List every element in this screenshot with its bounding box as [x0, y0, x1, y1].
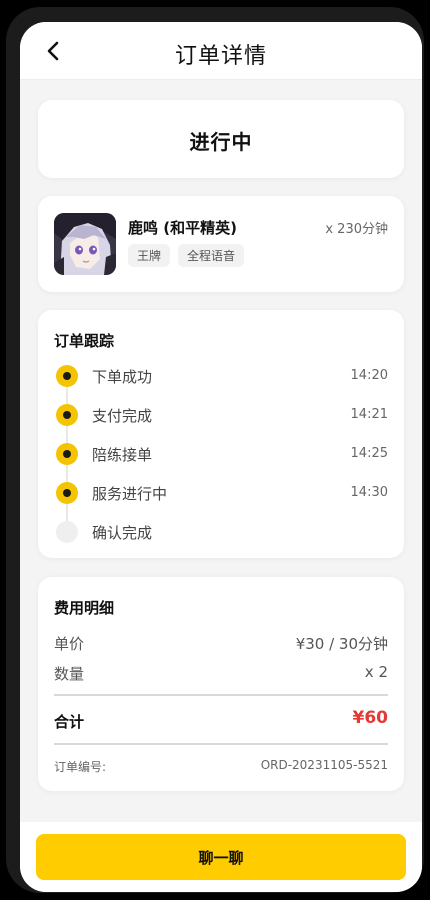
step-time: 14:30 — [350, 485, 388, 500]
step-pending-icon — [56, 521, 78, 543]
divider — [54, 694, 388, 696]
phone-frame: 订单详情 进行中 鹿鸣 (和平精英) x 230分钟 王牌 全程语音 订单跟踪 … — [6, 7, 424, 893]
order-status-text: 进行中 — [189, 130, 253, 154]
step-label: 陪练接单 — [92, 446, 153, 464]
top-header: 订单详情 — [20, 22, 422, 80]
order-number-value: ORD-20231105-5521 — [260, 758, 388, 772]
step-done-icon — [56, 482, 78, 504]
tag-list: 王牌 全程语音 — [128, 244, 245, 267]
order-number-label: 订单编号: — [54, 760, 107, 774]
divider — [54, 743, 388, 745]
order-status-card: 进行中 — [38, 100, 404, 178]
timeline-step: 确认完成 — [54, 518, 388, 557]
chat-button[interactable]: 聊一聊 — [36, 834, 406, 880]
quantity-value: x 2 — [364, 663, 388, 681]
app-screen: 订单详情 进行中 鹿鸣 (和平精英) x 230分钟 王牌 全程语音 订单跟踪 … — [20, 22, 422, 892]
step-time: 14:25 — [350, 446, 388, 461]
timeline-step: 服务进行中 14:30 — [54, 479, 388, 518]
timeline-step: 支付完成 14:21 — [54, 401, 388, 440]
order-tracking-card: 订单跟踪 下单成功 14:20 支付完成 14:21 陪练接单 14:25 服务… — [38, 310, 404, 558]
step-time: 14:20 — [350, 368, 388, 383]
tracking-timeline: 下单成功 14:20 支付完成 14:21 陪练接单 14:25 服务进行中 1… — [54, 362, 388, 557]
total-label: 合计 — [54, 713, 85, 731]
step-done-icon — [56, 443, 78, 465]
bottom-action-bar: 聊一聊 — [20, 822, 422, 892]
timeline-step: 陪练接单 14:25 — [54, 440, 388, 479]
step-label: 服务进行中 — [92, 485, 168, 503]
quantity-row: 数量 x 2 — [54, 663, 388, 684]
unit-price-label: 单价 — [54, 635, 85, 653]
step-done-icon — [56, 404, 78, 426]
product-card[interactable]: 鹿鸣 (和平精英) x 230分钟 王牌 全程语音 — [38, 196, 404, 292]
total-value: ¥60 — [352, 708, 389, 728]
step-label: 确认完成 — [92, 524, 153, 542]
tag-voice: 全程语音 — [178, 244, 245, 267]
step-done-icon — [56, 365, 78, 387]
fee-title: 费用明细 — [54, 599, 115, 617]
step-label: 支付完成 — [92, 407, 153, 425]
step-label: 下单成功 — [92, 368, 153, 386]
unit-price-value: ¥30 / 30分钟 — [295, 635, 388, 653]
step-time: 14:21 — [350, 407, 388, 422]
timeline-step: 下单成功 14:20 — [54, 362, 388, 401]
unit-price-row: 单价 ¥30 / 30分钟 — [54, 633, 388, 654]
fee-details-card: 费用明细 单价 ¥30 / 30分钟 数量 x 2 合计 ¥60 订单编号: O… — [38, 577, 404, 791]
companion-avatar — [54, 213, 116, 275]
tracking-title: 订单跟踪 — [54, 332, 115, 350]
companion-name: 鹿鸣 (和平精英) — [128, 219, 237, 237]
page-title: 订单详情 — [174, 44, 267, 69]
service-quantity: x 230分钟 — [325, 222, 388, 237]
quantity-label: 数量 — [54, 665, 85, 683]
tag-rank: 王牌 — [128, 244, 171, 267]
